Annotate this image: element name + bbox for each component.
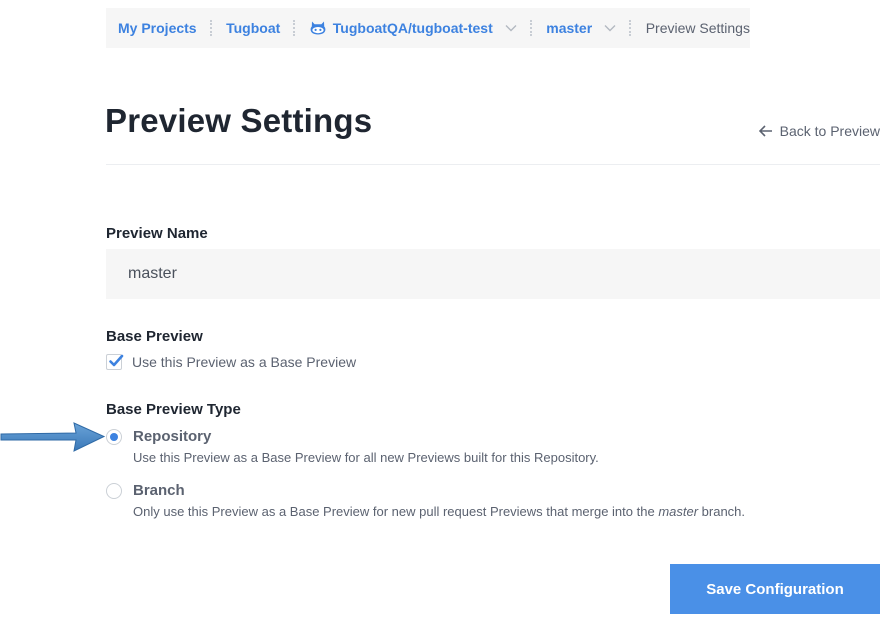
back-link-label: Back to Preview [779, 123, 880, 139]
base-preview-checkbox-label: Use this Preview as a Base Preview [132, 354, 357, 370]
title-divider [106, 164, 880, 165]
breadcrumb-repository[interactable]: TugboatQA/tugboat-test [333, 20, 493, 36]
github-octocat-icon [310, 21, 326, 35]
breadcrumb-separator [529, 20, 534, 36]
radio-branch-description-after: branch. [698, 504, 746, 519]
back-to-preview-link[interactable]: Back to Preview [758, 123, 880, 139]
breadcrumb-current: Preview Settings [645, 20, 750, 36]
breadcrumb-branch[interactable]: master [546, 20, 592, 36]
breadcrumb-separator [209, 20, 214, 36]
radio-branch-description-branch: master [658, 504, 699, 519]
radio-branch[interactable] [106, 483, 122, 499]
radio-option-repository[interactable]: Repository Use this Preview as a Base Pr… [106, 428, 599, 466]
save-configuration-button[interactable]: Save Configuration [670, 564, 880, 614]
radio-repository-description: Use this Preview as a Base Preview for a… [133, 450, 599, 465]
annotation-arrow-icon [0, 422, 106, 452]
base-preview-label: Base Preview [106, 328, 203, 345]
radio-option-branch[interactable]: Branch Only use this Preview as a Base P… [106, 482, 745, 520]
base-preview-type-label: Base Preview Type [106, 401, 241, 418]
page-title: Preview Settings [105, 102, 373, 139]
arrow-left-icon [758, 125, 773, 137]
preview-name-input[interactable] [106, 249, 880, 299]
radio-branch-description-before: Only use this Preview as a Base Preview … [133, 504, 659, 519]
radio-branch-description: Only use this Preview as a Base Preview … [133, 503, 745, 520]
breadcrumb-project[interactable]: Tugboat [226, 20, 280, 36]
breadcrumb-separator [629, 20, 633, 36]
checkmark-icon [109, 354, 124, 367]
radio-branch-title: Branch [133, 482, 185, 499]
chevron-down-icon[interactable] [505, 24, 517, 32]
radio-repository[interactable] [106, 429, 122, 445]
chevron-down-icon[interactable] [604, 24, 616, 32]
breadcrumb-my-projects[interactable]: My Projects [118, 20, 197, 36]
base-preview-checkbox-row[interactable]: Use this Preview as a Base Preview [106, 354, 356, 370]
base-preview-checkbox[interactable] [106, 354, 124, 370]
breadcrumb: My Projects Tugboat TugboatQA/tugboat-te… [106, 8, 750, 48]
radio-repository-title: Repository [133, 428, 212, 445]
preview-name-label: Preview Name [106, 225, 208, 242]
breadcrumb-separator [293, 20, 297, 36]
